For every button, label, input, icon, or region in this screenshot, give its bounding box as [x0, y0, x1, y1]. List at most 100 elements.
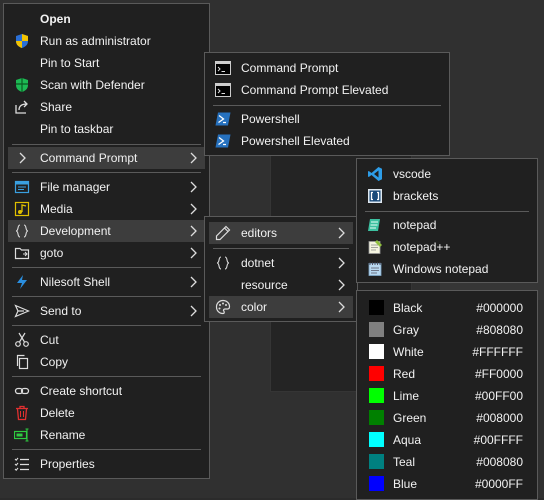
pencil-icon [215, 225, 231, 241]
menu-separator [12, 325, 201, 326]
menu-item-notepad[interactable]: notepad [361, 214, 533, 236]
color-name: Gray [393, 323, 420, 337]
command-prompt-submenu: Command Prompt Command Prompt Elevated P… [204, 52, 450, 156]
cmd-icon [215, 83, 231, 97]
color-swatch [369, 322, 384, 337]
menu-item-nilesoft-shell[interactable]: Nilesoft Shell [8, 271, 205, 293]
development-submenu: editors dotnet resource color [204, 216, 358, 322]
menu-item-label: Rename [40, 428, 86, 442]
menu-item-development[interactable]: Development [8, 220, 205, 242]
color-item-green[interactable]: Green #008000 [361, 407, 533, 429]
color-name: Black [393, 301, 423, 315]
color-swatch [369, 388, 384, 403]
menu-item-open[interactable]: Open [8, 8, 205, 30]
menu-separator [365, 211, 529, 212]
menu-item-create-shortcut[interactable]: Create shortcut [8, 380, 205, 402]
menu-item-run-as-administrator[interactable]: Run as administrator [8, 30, 205, 52]
menu-item-label: Properties [40, 457, 95, 471]
menu-item-dotnet[interactable]: dotnet [209, 252, 353, 274]
uac-shield-icon [16, 34, 28, 48]
powershell-icon [215, 134, 231, 148]
menu-item-command-prompt-elevated[interactable]: Command Prompt Elevated [209, 79, 445, 101]
menu-item-label: resource [241, 278, 288, 292]
menu-item-pin-to-taskbar[interactable]: Pin to taskbar [8, 118, 205, 140]
powershell-icon [215, 112, 231, 126]
main-context-menu: Open Run as administrator Pin to Start S… [3, 3, 210, 479]
color-hex: #008080 [476, 455, 523, 469]
menu-separator [213, 105, 441, 106]
menu-item-file-manager[interactable]: File manager [8, 176, 205, 198]
menu-item-powershell-elevated[interactable]: Powershell Elevated [209, 130, 445, 152]
menu-item-pin-to-start[interactable]: Pin to Start [8, 52, 205, 74]
menu-item-label: vscode [393, 167, 432, 181]
menu-item-label: Cut [40, 333, 59, 347]
color-swatch [369, 344, 384, 359]
braces-icon [216, 256, 230, 270]
menu-item-editors[interactable]: editors [209, 222, 353, 244]
color-item-red[interactable]: Red #FF0000 [361, 363, 533, 385]
menu-separator [12, 144, 201, 145]
menu-item-media[interactable]: Media [8, 198, 205, 220]
menu-item-resource[interactable]: resource [209, 274, 353, 296]
menu-item-label: editors [241, 226, 278, 240]
menu-item-rename[interactable]: Rename [8, 424, 205, 446]
menu-item-label: Powershell Elevated [241, 134, 350, 148]
menu-item-goto[interactable]: goto [8, 242, 205, 264]
menu-item-label: brackets [393, 189, 439, 203]
color-hex: #00FFFF [473, 433, 523, 447]
menu-item-color[interactable]: color [209, 296, 353, 318]
copy-icon [16, 354, 29, 370]
menu-item-label: File manager [40, 180, 111, 194]
menu-item-label: Nilesoft Shell [40, 275, 111, 289]
chevron-right-icon [190, 152, 197, 164]
menu-item-cut[interactable]: Cut [8, 329, 205, 351]
menu-item-brackets[interactable]: brackets [361, 185, 533, 207]
menu-item-vscode[interactable]: vscode [361, 163, 533, 185]
color-hex: #00FF00 [474, 389, 523, 403]
menu-item-windows-notepad[interactable]: Windows notepad [361, 258, 533, 280]
menu-item-notepad-plus-plus[interactable]: notepad++ [361, 236, 533, 258]
color-item-black[interactable]: Black #000000 [361, 297, 533, 319]
menu-item-label: notepad++ [393, 240, 451, 254]
menu-item-scan-with-defender[interactable]: Scan with Defender [8, 74, 205, 96]
menu-item-properties[interactable]: Properties [8, 453, 205, 475]
braces-icon [15, 224, 29, 238]
menu-item-command-prompt[interactable]: Command Prompt [8, 147, 205, 169]
chevron-right-icon [338, 227, 345, 239]
menu-item-copy[interactable]: Copy [8, 351, 205, 373]
link-icon [14, 387, 30, 395]
color-item-lime[interactable]: Lime #00FF00 [361, 385, 533, 407]
menu-separator [12, 172, 201, 173]
color-item-gray[interactable]: Gray #808080 [361, 319, 533, 341]
menu-item-command-prompt[interactable]: Command Prompt [209, 57, 445, 79]
menu-separator [12, 449, 201, 450]
color-swatch [369, 432, 384, 447]
color-item-teal[interactable]: Teal #008080 [361, 451, 533, 473]
menu-item-label: Send to [40, 304, 82, 318]
cmd-icon [215, 61, 231, 75]
menu-item-powershell[interactable]: Powershell [209, 108, 445, 130]
menu-item-send-to[interactable]: Send to [8, 300, 205, 322]
color-submenu: Black #000000 Gray #808080 White #FFFFFF… [356, 290, 538, 500]
color-item-blue[interactable]: Blue #0000FF [361, 473, 533, 495]
chevron-right-icon [338, 279, 345, 291]
properties-icon [14, 457, 29, 472]
color-item-white[interactable]: White #FFFFFF [361, 341, 533, 363]
chevron-right-icon [190, 305, 197, 317]
chevron-right-small-icon [19, 152, 26, 164]
color-swatch [369, 300, 384, 315]
menu-item-delete[interactable]: Delete [8, 402, 205, 424]
menu-item-label: Development [40, 224, 111, 238]
menu-item-label: Command Prompt [241, 61, 339, 75]
chevron-right-icon [190, 276, 197, 288]
folder-icon [14, 247, 30, 260]
scissors-icon [15, 332, 29, 347]
color-item-aqua[interactable]: Aqua #00FFFF [361, 429, 533, 451]
chevron-right-icon [190, 225, 197, 237]
brackets-icon [368, 189, 382, 203]
menu-item-label: Delete [40, 406, 75, 420]
menu-item-label: Command Prompt Elevated [241, 83, 389, 97]
menu-item-share[interactable]: Share [8, 96, 205, 118]
menu-item-label: Copy [40, 355, 69, 369]
file-manager-icon [14, 180, 30, 194]
